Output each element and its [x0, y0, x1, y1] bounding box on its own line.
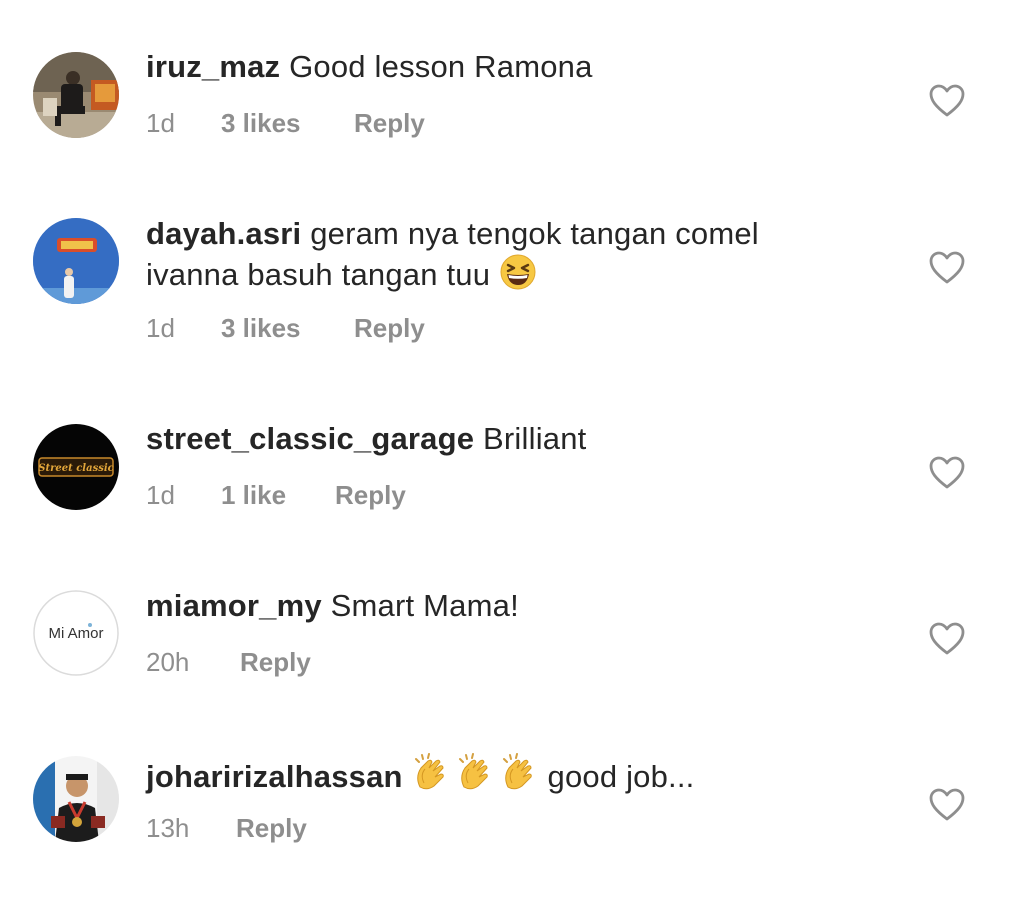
comment-message: good job...: [547, 759, 695, 794]
reply-button[interactable]: Reply: [240, 647, 311, 678]
comment-meta: 13h Reply: [146, 813, 307, 844]
comment-message: Good lesson Ramona: [289, 49, 593, 84]
comment-time: 13h: [146, 813, 190, 843]
comment-text: dayah.asri geram nya tengok tangan comel…: [146, 215, 886, 300]
comment-text: miamor_my Smart Mama!: [146, 587, 886, 625]
comment-time: 20h: [146, 647, 190, 677]
comment-message-line1: geram nya tengok tangan comel: [310, 216, 759, 251]
like-button[interactable]: [929, 622, 965, 656]
comment-body: miamor_my Smart Mama!: [146, 587, 886, 625]
photo-person-blue-wall-icon: [33, 218, 119, 304]
heart-icon: [929, 622, 965, 655]
likes-count[interactable]: 1 like: [221, 480, 335, 511]
comment-meta: 1d 1 like Reply: [146, 480, 406, 511]
likes-count[interactable]: 3 likes: [221, 313, 354, 344]
like-button[interactable]: [929, 84, 965, 118]
mi-amor-logo-icon: Mi Amor: [33, 590, 119, 676]
avatar-logo-text: Street classic: [38, 463, 113, 474]
comment-body: iruz_maz Good lesson Ramona: [146, 48, 886, 86]
comment-username[interactable]: iruz_maz: [146, 49, 280, 84]
reply-button[interactable]: Reply: [335, 480, 406, 511]
like-button[interactable]: [929, 456, 965, 490]
avatar[interactable]: [33, 756, 119, 842]
heart-icon: [929, 84, 965, 117]
reply-button[interactable]: Reply: [354, 108, 425, 139]
avatar[interactable]: [33, 218, 119, 304]
comment-time: 1d: [146, 108, 175, 138]
comment-username[interactable]: joharirizalhassan: [146, 759, 403, 794]
photo-man-with-medal-icon: [33, 756, 119, 842]
garage-logo-icon: Street classic: [33, 424, 119, 510]
comment-message-line2: ivanna basuh tangan tuu: [146, 257, 491, 292]
comment-username[interactable]: street_classic_garage: [146, 421, 474, 456]
avatar-logo-text: Mi Amor: [48, 625, 103, 642]
heart-icon: [929, 788, 965, 821]
grinning-squinting-face-icon: [499, 253, 537, 300]
like-button[interactable]: [929, 788, 965, 822]
heart-icon: [929, 251, 965, 284]
comment-message: Smart Mama!: [330, 588, 519, 623]
comment-meta: 1d 3 likes Reply: [146, 108, 425, 139]
comment-body: street_classic_garage Brilliant: [146, 420, 886, 458]
reply-button[interactable]: Reply: [236, 813, 307, 844]
comment-text: iruz_maz Good lesson Ramona: [146, 48, 886, 86]
comment-meta: 1d 3 likes Reply: [146, 313, 425, 344]
photo-man-sitting-icon: [33, 52, 119, 138]
reply-button[interactable]: Reply: [354, 313, 425, 344]
comment-text: joharirizalhassan good job...: [146, 753, 886, 802]
heart-icon: [929, 456, 965, 489]
comment-meta: 20h Reply: [146, 647, 311, 678]
comment-body: dayah.asri geram nya tengok tangan comel…: [146, 215, 886, 300]
comment-username[interactable]: dayah.asri: [146, 216, 301, 251]
avatar[interactable]: Mi Amor: [33, 590, 119, 676]
comment-message: Brilliant: [483, 421, 587, 456]
comment-username[interactable]: miamor_my: [146, 588, 322, 623]
avatar[interactable]: [33, 52, 119, 138]
comment-time: 1d: [146, 480, 175, 510]
clapping-hands-icon: [412, 753, 548, 802]
comment-text: street_classic_garage Brilliant: [146, 420, 886, 458]
like-button[interactable]: [929, 251, 965, 285]
comment-time: 1d: [146, 313, 175, 343]
comment-body: joharirizalhassan good job...: [146, 753, 886, 802]
avatar[interactable]: Street classic: [33, 424, 119, 510]
likes-count[interactable]: 3 likes: [221, 108, 354, 139]
